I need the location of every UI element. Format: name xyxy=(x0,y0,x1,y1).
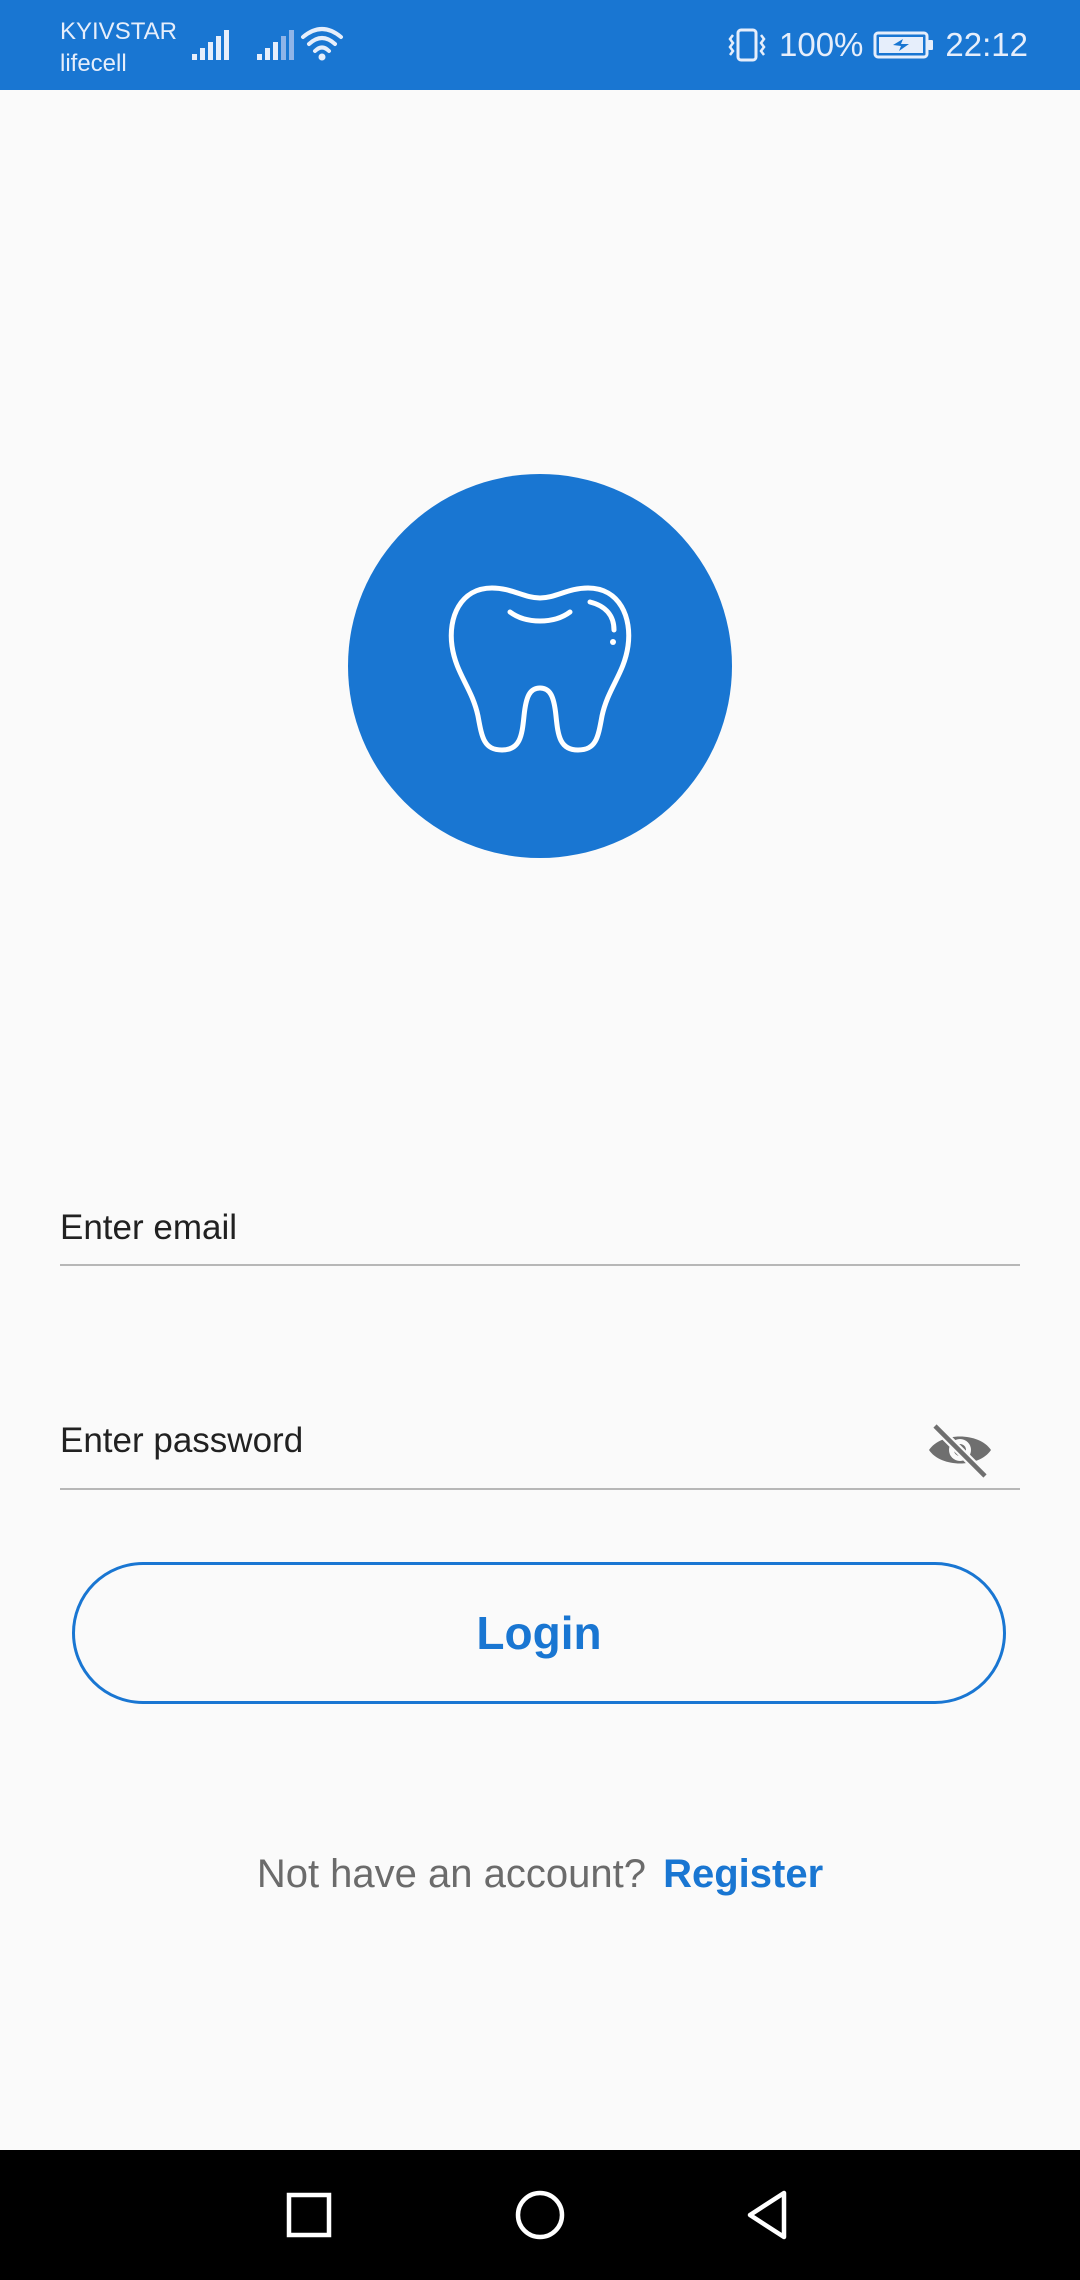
navigation-bar xyxy=(0,2150,1080,2280)
signal-icon xyxy=(255,28,295,67)
register-link[interactable]: Register xyxy=(663,1852,823,1896)
email-field-container xyxy=(60,1198,1020,1266)
carrier-1-label: KYIVSTAR xyxy=(60,18,177,45)
home-icon[interactable] xyxy=(505,2180,575,2250)
status-right: 100% 22:12 xyxy=(725,22,1028,68)
app-logo xyxy=(348,474,732,858)
login-button[interactable]: Login xyxy=(72,1562,1006,1704)
login-button-label: Login xyxy=(476,1607,602,1659)
battery-charging-icon xyxy=(873,30,935,60)
wifi-icon xyxy=(300,24,344,69)
carrier-labels: KYIVSTAR lifecell xyxy=(60,16,177,80)
password-field[interactable] xyxy=(60,1406,920,1476)
tooth-icon xyxy=(448,585,632,753)
eye-off-icon[interactable] xyxy=(924,1414,996,1486)
back-icon[interactable] xyxy=(733,2180,803,2250)
status-bar: KYIVSTAR lifecell 100% 22:12 xyxy=(0,0,1080,90)
register-prompt-text: Not have an account? xyxy=(256,1852,646,1896)
email-field[interactable] xyxy=(60,1198,1020,1258)
clock: 22:12 xyxy=(945,26,1028,63)
carrier-2-label: lifecell xyxy=(60,50,127,77)
vibrate-icon xyxy=(725,27,769,63)
register-prompt-row: Not have an account? Register xyxy=(0,1852,1080,1897)
password-field-container xyxy=(60,1406,1020,1490)
signal-icon xyxy=(190,28,230,67)
recent-apps-icon[interactable] xyxy=(274,2180,344,2250)
battery-percent: 100% xyxy=(779,26,864,63)
